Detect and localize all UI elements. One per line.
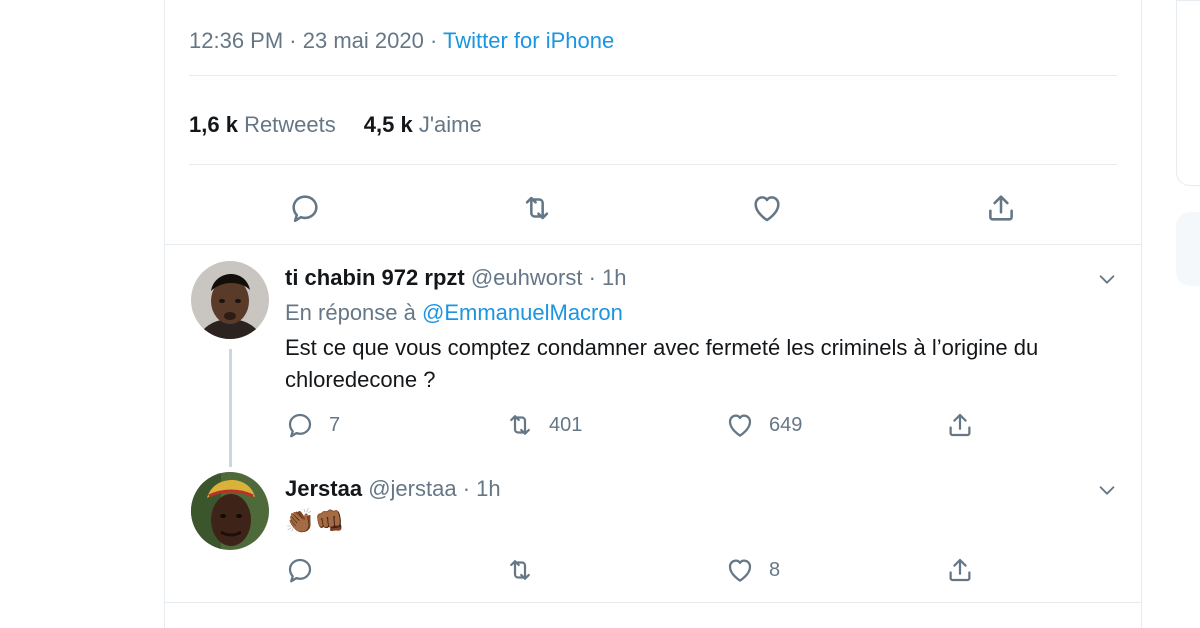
tweet-source-link[interactable]: Twitter for iPhone xyxy=(443,28,614,53)
share-icon xyxy=(945,555,975,585)
author-handle[interactable]: @euhworst xyxy=(471,265,583,290)
reply-button[interactable]: 7 xyxy=(285,409,340,441)
tweet-menu-button[interactable] xyxy=(1093,476,1121,504)
retweet-icon xyxy=(505,410,535,440)
avatar[interactable] xyxy=(191,472,269,550)
like-icon xyxy=(725,555,755,585)
chevron-down-icon xyxy=(1096,268,1118,290)
author-handle[interactable]: @jerstaa xyxy=(368,476,456,501)
header-dot: · xyxy=(588,265,596,290)
divider xyxy=(189,164,1117,165)
meta-separator: · xyxy=(429,28,438,53)
tweet-date[interactable]: 23 mai 2020 xyxy=(303,28,424,53)
reply-count: 7 xyxy=(329,413,341,436)
reply-icon xyxy=(288,191,322,225)
sidebar-card xyxy=(1176,0,1200,186)
like-icon xyxy=(725,410,755,440)
divider xyxy=(165,602,1141,603)
author-name[interactable]: ti chabin 972 rpzt xyxy=(285,265,465,290)
chevron-down-icon xyxy=(1096,479,1118,501)
sidebar-search-box[interactable] xyxy=(1176,212,1200,286)
like-icon xyxy=(750,191,784,225)
avatar[interactable] xyxy=(191,261,269,339)
retweet-icon xyxy=(520,191,554,225)
retweet-count: 401 xyxy=(549,413,583,436)
reply-header: ti chabin 972 rpzt @euhworst · 1h xyxy=(285,265,627,291)
retweets-count: 1,6 k xyxy=(189,112,238,137)
tweet-menu-button[interactable] xyxy=(1093,265,1121,293)
tweet-action-bar xyxy=(165,186,1143,230)
reply-context: En réponse à @EmmanuelMacron xyxy=(285,300,623,326)
retweet-button[interactable]: 401 xyxy=(505,409,582,441)
tweet-time[interactable]: 12:36 PM xyxy=(189,28,283,53)
tweet-stats: 1,6 k Retweets 4,5 k J'aime xyxy=(189,112,510,138)
like-count: 8 xyxy=(769,558,781,581)
reply-icon xyxy=(285,555,315,585)
like-count: 649 xyxy=(769,413,803,436)
reply-prefix: En réponse à xyxy=(285,300,416,325)
share-icon xyxy=(984,191,1018,225)
tweet-meta: 12:36 PM · 23 mai 2020 · Twitter for iPh… xyxy=(189,28,614,54)
share-button[interactable] xyxy=(945,554,989,586)
retweets-label: Retweets xyxy=(244,112,336,137)
reply-header: Jerstaa @jerstaa · 1h xyxy=(285,476,501,502)
thread-line xyxy=(229,349,232,467)
like-button[interactable]: 649 xyxy=(725,409,802,441)
share-button[interactable] xyxy=(945,409,989,441)
reply-button[interactable] xyxy=(283,186,327,230)
author-name[interactable]: Jerstaa xyxy=(285,476,362,501)
header-dot: · xyxy=(462,476,471,501)
retweets-stat[interactable]: 1,6 k Retweets xyxy=(189,112,364,137)
reply-tweet[interactable]: Jerstaa @jerstaa · 1h 👏🏾👊🏾 8 xyxy=(165,460,1143,602)
retweet-icon xyxy=(505,555,535,585)
like-button[interactable]: 8 xyxy=(725,554,780,586)
reply-action-bar: 8 xyxy=(285,554,1005,586)
meta-separator: · xyxy=(289,28,297,53)
like-button[interactable] xyxy=(745,186,789,230)
retweet-button[interactable] xyxy=(505,554,549,586)
reply-button[interactable] xyxy=(285,554,329,586)
mention-link[interactable]: @EmmanuelMacron xyxy=(422,300,623,325)
tweet-text: 👏🏾👊🏾 xyxy=(285,508,345,535)
likes-count: 4,5 k xyxy=(363,112,413,137)
timeline-column: 12:36 PM · 23 mai 2020 · Twitter for iPh… xyxy=(164,0,1142,628)
tweet-text: Est ce que vous comptez condamner avec f… xyxy=(285,335,1039,392)
reply-tweet[interactable]: ti chabin 972 rpzt @euhworst · 1h En rép… xyxy=(165,245,1143,467)
tweet-age[interactable]: 1h xyxy=(476,476,500,501)
reply-action-bar: 7 401 649 xyxy=(285,409,1005,441)
retweet-button[interactable] xyxy=(515,186,559,230)
likes-label: J'aime xyxy=(418,112,482,137)
share-button[interactable] xyxy=(979,186,1023,230)
likes-stat[interactable]: 4,5 k J'aime xyxy=(364,112,510,137)
tweet-age[interactable]: 1h xyxy=(602,265,626,290)
share-icon xyxy=(945,410,975,440)
divider xyxy=(189,75,1117,76)
reply-icon xyxy=(285,410,315,440)
